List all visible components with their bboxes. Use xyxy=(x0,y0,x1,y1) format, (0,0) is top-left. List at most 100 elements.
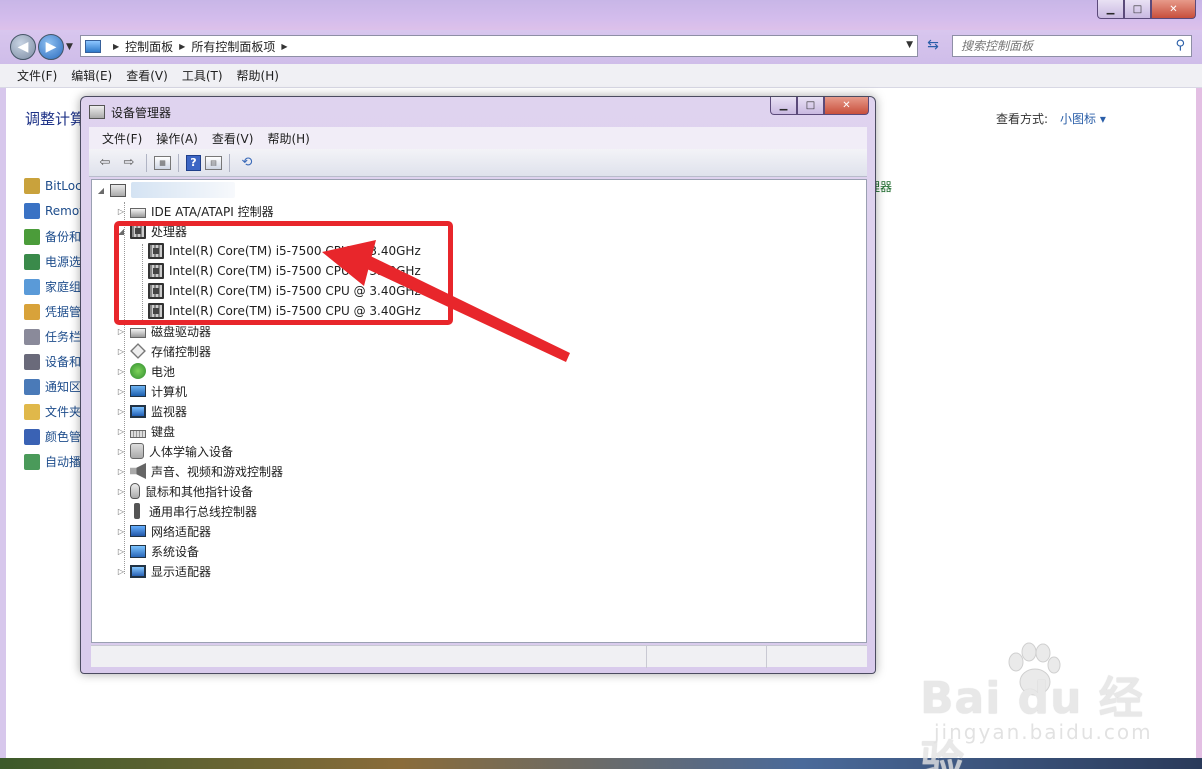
expand-arrow-icon[interactable]: ▷ xyxy=(116,407,126,416)
expand-arrow-icon[interactable]: ▷ xyxy=(116,367,126,376)
minimize-button[interactable]: ▁ xyxy=(1097,0,1124,19)
page-title: 调整计算 xyxy=(25,110,86,128)
cp-item-folder-options[interactable]: 文件夹 xyxy=(24,403,81,420)
view-by-dropdown[interactable]: 小图标 ▾ xyxy=(1060,110,1106,127)
battery-icon xyxy=(130,363,146,379)
computer-name-redacted xyxy=(131,182,235,198)
expand-arrow-icon[interactable]: ▷ xyxy=(116,467,126,476)
menu-file[interactable]: 文件(F) xyxy=(10,65,64,86)
dm-menu-view[interactable]: 查看(V) xyxy=(205,128,261,149)
close-button[interactable]: ✕ xyxy=(1151,0,1196,19)
cp-item-homegroup[interactable]: 家庭组 xyxy=(24,278,81,295)
tree-item-system[interactable]: ▷ 系统设备 xyxy=(116,541,199,561)
computer-icon xyxy=(130,385,146,397)
device-manager-menubar: 文件(F) 操作(A) 查看(V) 帮助(H) xyxy=(89,127,867,149)
color-icon xyxy=(24,428,40,445)
cp-item-bitlocker[interactable]: BitLoc xyxy=(24,178,82,194)
toolbar-separator xyxy=(178,153,179,172)
menu-help[interactable]: 帮助(H) xyxy=(230,65,286,86)
remote-icon xyxy=(24,203,40,219)
crumb-separator-icon[interactable]: ▶ xyxy=(113,42,119,51)
speaker-icon xyxy=(130,463,146,479)
mouse-icon xyxy=(130,483,140,499)
tree-item-computer[interactable]: ▷ 计算机 xyxy=(116,381,187,401)
breadcrumb-control-panel[interactable]: 控制面板 xyxy=(125,38,173,55)
cp-item-power[interactable]: 电源选 xyxy=(24,253,81,270)
usb-icon xyxy=(134,503,140,519)
address-field[interactable]: ▶ 控制面板 ▶ 所有控制面板项 ▶ ▼ xyxy=(80,35,918,57)
tree-root[interactable]: ◢ xyxy=(96,180,235,200)
forward-arrow-icon[interactable]: ⇨ xyxy=(119,154,139,172)
menu-edit[interactable]: 编辑(E) xyxy=(64,65,119,86)
properties-icon[interactable]: ▤ xyxy=(205,155,222,170)
cp-item-taskbar[interactable]: 任务栏 xyxy=(24,328,81,345)
expand-arrow-icon[interactable]: ▷ xyxy=(116,567,126,576)
scan-hardware-icon[interactable]: ⟲ xyxy=(237,154,257,172)
menu-view[interactable]: 查看(V) xyxy=(119,65,175,86)
toolbar-separator xyxy=(229,153,230,172)
expand-arrow-icon[interactable]: ▷ xyxy=(116,387,126,396)
tree-item-monitors[interactable]: ▷ 监视器 xyxy=(116,401,187,421)
breadcrumb-all-items[interactable]: 所有控制面板项 xyxy=(191,38,275,55)
help-icon[interactable]: ? xyxy=(186,154,201,171)
expand-arrow-icon[interactable]: ▷ xyxy=(116,207,126,216)
tree-item-keyboard[interactable]: ▷ 键盘 xyxy=(116,421,175,441)
disk-drive-icon xyxy=(130,328,146,338)
cp-item-autoplay[interactable]: 自动播 xyxy=(24,453,81,470)
recent-pages-dropdown[interactable]: ▼ xyxy=(66,42,73,52)
search-box[interactable]: ⚲ xyxy=(952,35,1192,57)
tree-item-network[interactable]: ▷ 网络适配器 xyxy=(116,521,211,541)
dm-menu-file[interactable]: 文件(F) xyxy=(95,128,149,149)
maximize-button[interactable]: □ xyxy=(1124,0,1151,19)
dm-close-button[interactable]: ✕ xyxy=(824,97,869,115)
control-panel-icon xyxy=(85,39,101,53)
device-manager-icon xyxy=(89,105,105,119)
refresh-icon[interactable]: ⇆ xyxy=(922,37,944,57)
expand-arrow-icon[interactable]: ▷ xyxy=(116,427,126,436)
expand-arrow-icon[interactable]: ▷ xyxy=(116,327,126,336)
back-arrow-icon[interactable]: ⇦ xyxy=(95,154,115,172)
tree-item-hid[interactable]: ▷ 人体学输入设备 xyxy=(116,441,233,461)
status-cell xyxy=(91,646,647,668)
tree-item-battery[interactable]: ▷ 电池 xyxy=(116,361,175,381)
cp-item-notification[interactable]: 通知区 xyxy=(24,378,81,395)
menu-tools[interactable]: 工具(T) xyxy=(175,65,230,86)
expand-arrow-icon[interactable]: ▷ xyxy=(116,527,126,536)
cp-item-color[interactable]: 颜色管 xyxy=(24,428,81,445)
cp-item-credentials[interactable]: 凭据管 xyxy=(24,303,81,320)
device-manager-title: 设备管理器 xyxy=(111,106,172,120)
tree-item-display[interactable]: ▷ 显示适配器 xyxy=(116,561,211,581)
cp-item-backup[interactable]: 备份和 xyxy=(24,228,81,245)
expand-arrow-icon[interactable]: ▷ xyxy=(116,547,126,556)
folder-icon xyxy=(24,403,40,420)
tree-item-sound[interactable]: ▷ 声音、视频和游戏控制器 xyxy=(116,461,283,481)
search-icon[interactable]: ⚲ xyxy=(1175,38,1185,53)
dm-maximize-button[interactable]: □ xyxy=(797,97,824,115)
tree-item-ide[interactable]: ▷ IDE ATA/ATAPI 控制器 xyxy=(116,201,274,221)
expand-arrow-icon[interactable]: ▷ xyxy=(116,447,126,456)
console-tree-icon[interactable]: ▦ xyxy=(154,155,171,170)
crumb-separator-icon[interactable]: ▶ xyxy=(281,42,287,51)
tree-item-usb[interactable]: ▷ 通用串行总线控制器 xyxy=(116,501,257,521)
search-input[interactable] xyxy=(961,39,1161,53)
forward-button[interactable]: ▶ xyxy=(38,34,64,60)
crumb-separator-icon[interactable]: ▶ xyxy=(179,42,185,51)
address-dropdown-icon[interactable]: ▼ xyxy=(906,40,913,50)
expand-arrow-icon[interactable]: ▷ xyxy=(116,347,126,356)
device-manager-statusbar xyxy=(91,645,867,668)
ide-controller-icon xyxy=(130,208,146,218)
expand-arrow-icon[interactable]: ▷ xyxy=(116,487,126,496)
dm-menu-help[interactable]: 帮助(H) xyxy=(260,128,316,149)
annotation-highlight-box xyxy=(114,221,453,325)
collapse-arrow-icon[interactable]: ◢ xyxy=(96,186,106,195)
back-button[interactable]: ◀ xyxy=(10,34,36,60)
expand-arrow-icon[interactable]: ▷ xyxy=(116,507,126,516)
cp-item-devices[interactable]: 设备和 xyxy=(24,353,81,370)
dm-menu-action[interactable]: 操作(A) xyxy=(149,128,205,149)
cp-item-remote[interactable]: Remot xyxy=(24,203,84,219)
bitlocker-icon xyxy=(24,178,40,194)
tree-item-mouse[interactable]: ▷ 鼠标和其他指针设备 xyxy=(116,481,253,501)
dm-minimize-button[interactable]: ▁ xyxy=(770,97,797,115)
tree-item-storage[interactable]: ▷ 存储控制器 xyxy=(116,341,211,361)
control-panel-titlebar: ▁ □ ✕ xyxy=(0,0,1202,30)
